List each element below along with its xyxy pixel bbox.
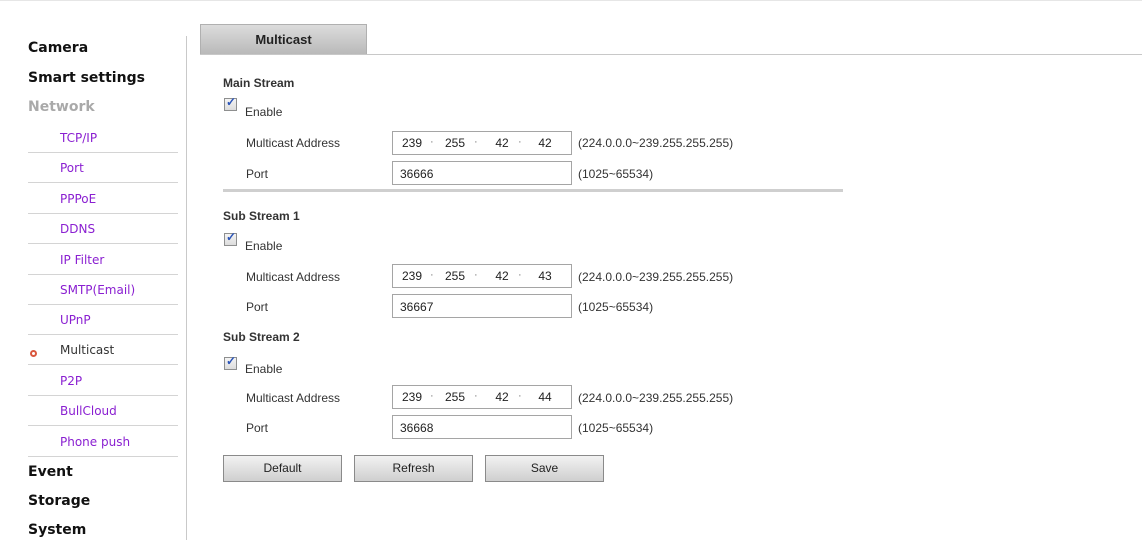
main-stream-enable-label: Enable xyxy=(245,105,283,119)
sub-stream-2-enable-label: Enable xyxy=(245,362,283,376)
sidebar-item-label: IP Filter xyxy=(60,253,105,267)
main-stream-port-hint: (1025~65534) xyxy=(578,167,654,181)
address-octet-2[interactable]: 255 xyxy=(441,390,469,404)
sidebar-item-label: BullCloud xyxy=(60,404,117,418)
address-octet-4[interactable]: 42 xyxy=(531,136,559,150)
sidebar-item-port[interactable]: Port xyxy=(28,153,178,183)
checkmark-icon: ✓ xyxy=(226,230,237,244)
address-octet-1[interactable]: 239 xyxy=(398,136,426,150)
sidebar-item-label: DDNS xyxy=(60,222,96,236)
sidebar-category-system[interactable]: System xyxy=(28,522,86,538)
sub-stream-1-port-hint: (1025~65534) xyxy=(578,300,654,314)
main-stream-address-input[interactable]: 239 · 255 · 42 · 42 xyxy=(392,131,572,155)
main-stream-title: Main Stream xyxy=(223,76,295,90)
sidebar-item-label: UPnP xyxy=(60,313,91,327)
address-octet-3[interactable]: 42 xyxy=(488,136,516,150)
sidebar-item-label: Port xyxy=(60,161,84,175)
address-dot: · xyxy=(430,390,434,402)
main-stream-enable-checkbox[interactable]: ✓ xyxy=(224,95,237,111)
address-octet-1[interactable]: 239 xyxy=(398,390,426,404)
sidebar-item-label: PPPoE xyxy=(60,192,97,206)
sub-stream-1-port-label: Port xyxy=(246,300,269,314)
checkmark-icon: ✓ xyxy=(226,354,237,368)
sidebar-item-label: SMTP(Email) xyxy=(60,283,136,297)
address-dot: · xyxy=(518,390,522,402)
tab-multicast[interactable]: Multicast xyxy=(200,24,367,54)
sub-stream-1-enable-checkbox[interactable]: ✓ xyxy=(224,230,237,246)
address-octet-3[interactable]: 42 xyxy=(488,390,516,404)
sidebar-item-label: Phone push xyxy=(60,435,131,449)
sidebar-item-label: Multicast xyxy=(60,343,115,357)
sidebar-divider xyxy=(186,36,187,540)
sidebar-item-pppoe[interactable]: PPPoE xyxy=(28,184,178,214)
checkmark-icon: ✓ xyxy=(226,95,237,109)
sub-stream-1-address-hint: (224.0.0.0~239.255.255.255) xyxy=(578,270,734,284)
address-octet-2[interactable]: 255 xyxy=(441,136,469,150)
sidebar-item-ip-filter[interactable]: IP Filter xyxy=(28,245,178,275)
main-stream-address-label: Multicast Address xyxy=(246,136,341,150)
sidebar-item-multicast[interactable]: Multicast xyxy=(28,335,178,365)
sub-stream-2-port-input[interactable]: 36668 xyxy=(392,415,572,439)
sub-stream-1-title: Sub Stream 1 xyxy=(223,209,300,223)
address-dot: · xyxy=(518,269,522,281)
main-stream-port-input[interactable]: 36666 xyxy=(392,161,572,185)
address-octet-2[interactable]: 255 xyxy=(441,269,469,283)
port-value: 36668 xyxy=(400,421,434,435)
sidebar-category-event[interactable]: Event xyxy=(28,464,73,480)
sub-stream-2-address-hint: (224.0.0.0~239.255.255.255) xyxy=(578,391,734,405)
sidebar-item-phone-push[interactable]: Phone push xyxy=(28,427,178,457)
main-stream-address-hint: (224.0.0.0~239.255.255.255) xyxy=(578,136,734,150)
port-value: 36667 xyxy=(400,300,434,314)
sidebar-category-camera[interactable]: Camera xyxy=(28,40,88,56)
sub-stream-2-port-label: Port xyxy=(246,421,269,435)
sub-stream-1-enable-label: Enable xyxy=(245,239,283,253)
address-dot: · xyxy=(430,269,434,281)
active-bullet-icon xyxy=(30,350,37,357)
address-octet-3[interactable]: 42 xyxy=(488,269,516,283)
main-stream-port-label: Port xyxy=(246,167,269,181)
sub-stream-2-address-input[interactable]: 239 · 255 · 42 · 44 xyxy=(392,385,572,409)
tab-divider xyxy=(200,54,1142,55)
address-dot: · xyxy=(474,136,478,148)
save-button[interactable]: Save xyxy=(485,455,604,482)
sidebar-item-label: TCP/IP xyxy=(60,131,98,145)
address-dot: · xyxy=(430,136,434,148)
sub-stream-2-port-hint: (1025~65534) xyxy=(578,421,654,435)
sub-stream-1-port-input[interactable]: 36667 xyxy=(392,294,572,318)
address-octet-4[interactable]: 44 xyxy=(531,390,559,404)
sidebar-item-ddns[interactable]: DDNS xyxy=(28,214,178,244)
sidebar-category-network[interactable]: Network xyxy=(28,99,95,115)
sidebar-item-tcpip[interactable]: TCP/IP xyxy=(28,123,178,153)
sub-stream-2-enable-checkbox[interactable]: ✓ xyxy=(224,354,237,370)
sub-stream-2-title: Sub Stream 2 xyxy=(223,330,300,344)
sub-stream-1-address-label: Multicast Address xyxy=(246,270,341,284)
default-button[interactable]: Default xyxy=(223,455,342,482)
address-dot: · xyxy=(518,136,522,148)
address-octet-4[interactable]: 43 xyxy=(531,269,559,283)
address-dot: · xyxy=(474,269,478,281)
sidebar-item-p2p[interactable]: P2P xyxy=(28,366,178,396)
sidebar-category-smart-settings[interactable]: Smart settings xyxy=(28,70,145,86)
sub-stream-1-address-input[interactable]: 239 · 255 · 42 · 43 xyxy=(392,264,572,288)
sidebar: Camera Smart settings Network TCP/IP Por… xyxy=(0,0,200,540)
refresh-button[interactable]: Refresh xyxy=(354,455,473,482)
section-separator xyxy=(223,189,843,192)
sidebar-item-smtp-email[interactable]: SMTP(Email) xyxy=(28,275,178,305)
sidebar-item-upnp[interactable]: UPnP xyxy=(28,305,178,335)
port-value: 36666 xyxy=(400,167,434,181)
address-octet-1[interactable]: 239 xyxy=(398,269,426,283)
sidebar-category-storage[interactable]: Storage xyxy=(28,493,90,509)
address-dot: · xyxy=(474,390,478,402)
sub-stream-2-address-label: Multicast Address xyxy=(246,391,341,405)
sidebar-item-label: P2P xyxy=(60,374,83,388)
sidebar-item-bullcloud[interactable]: BullCloud xyxy=(28,396,178,426)
